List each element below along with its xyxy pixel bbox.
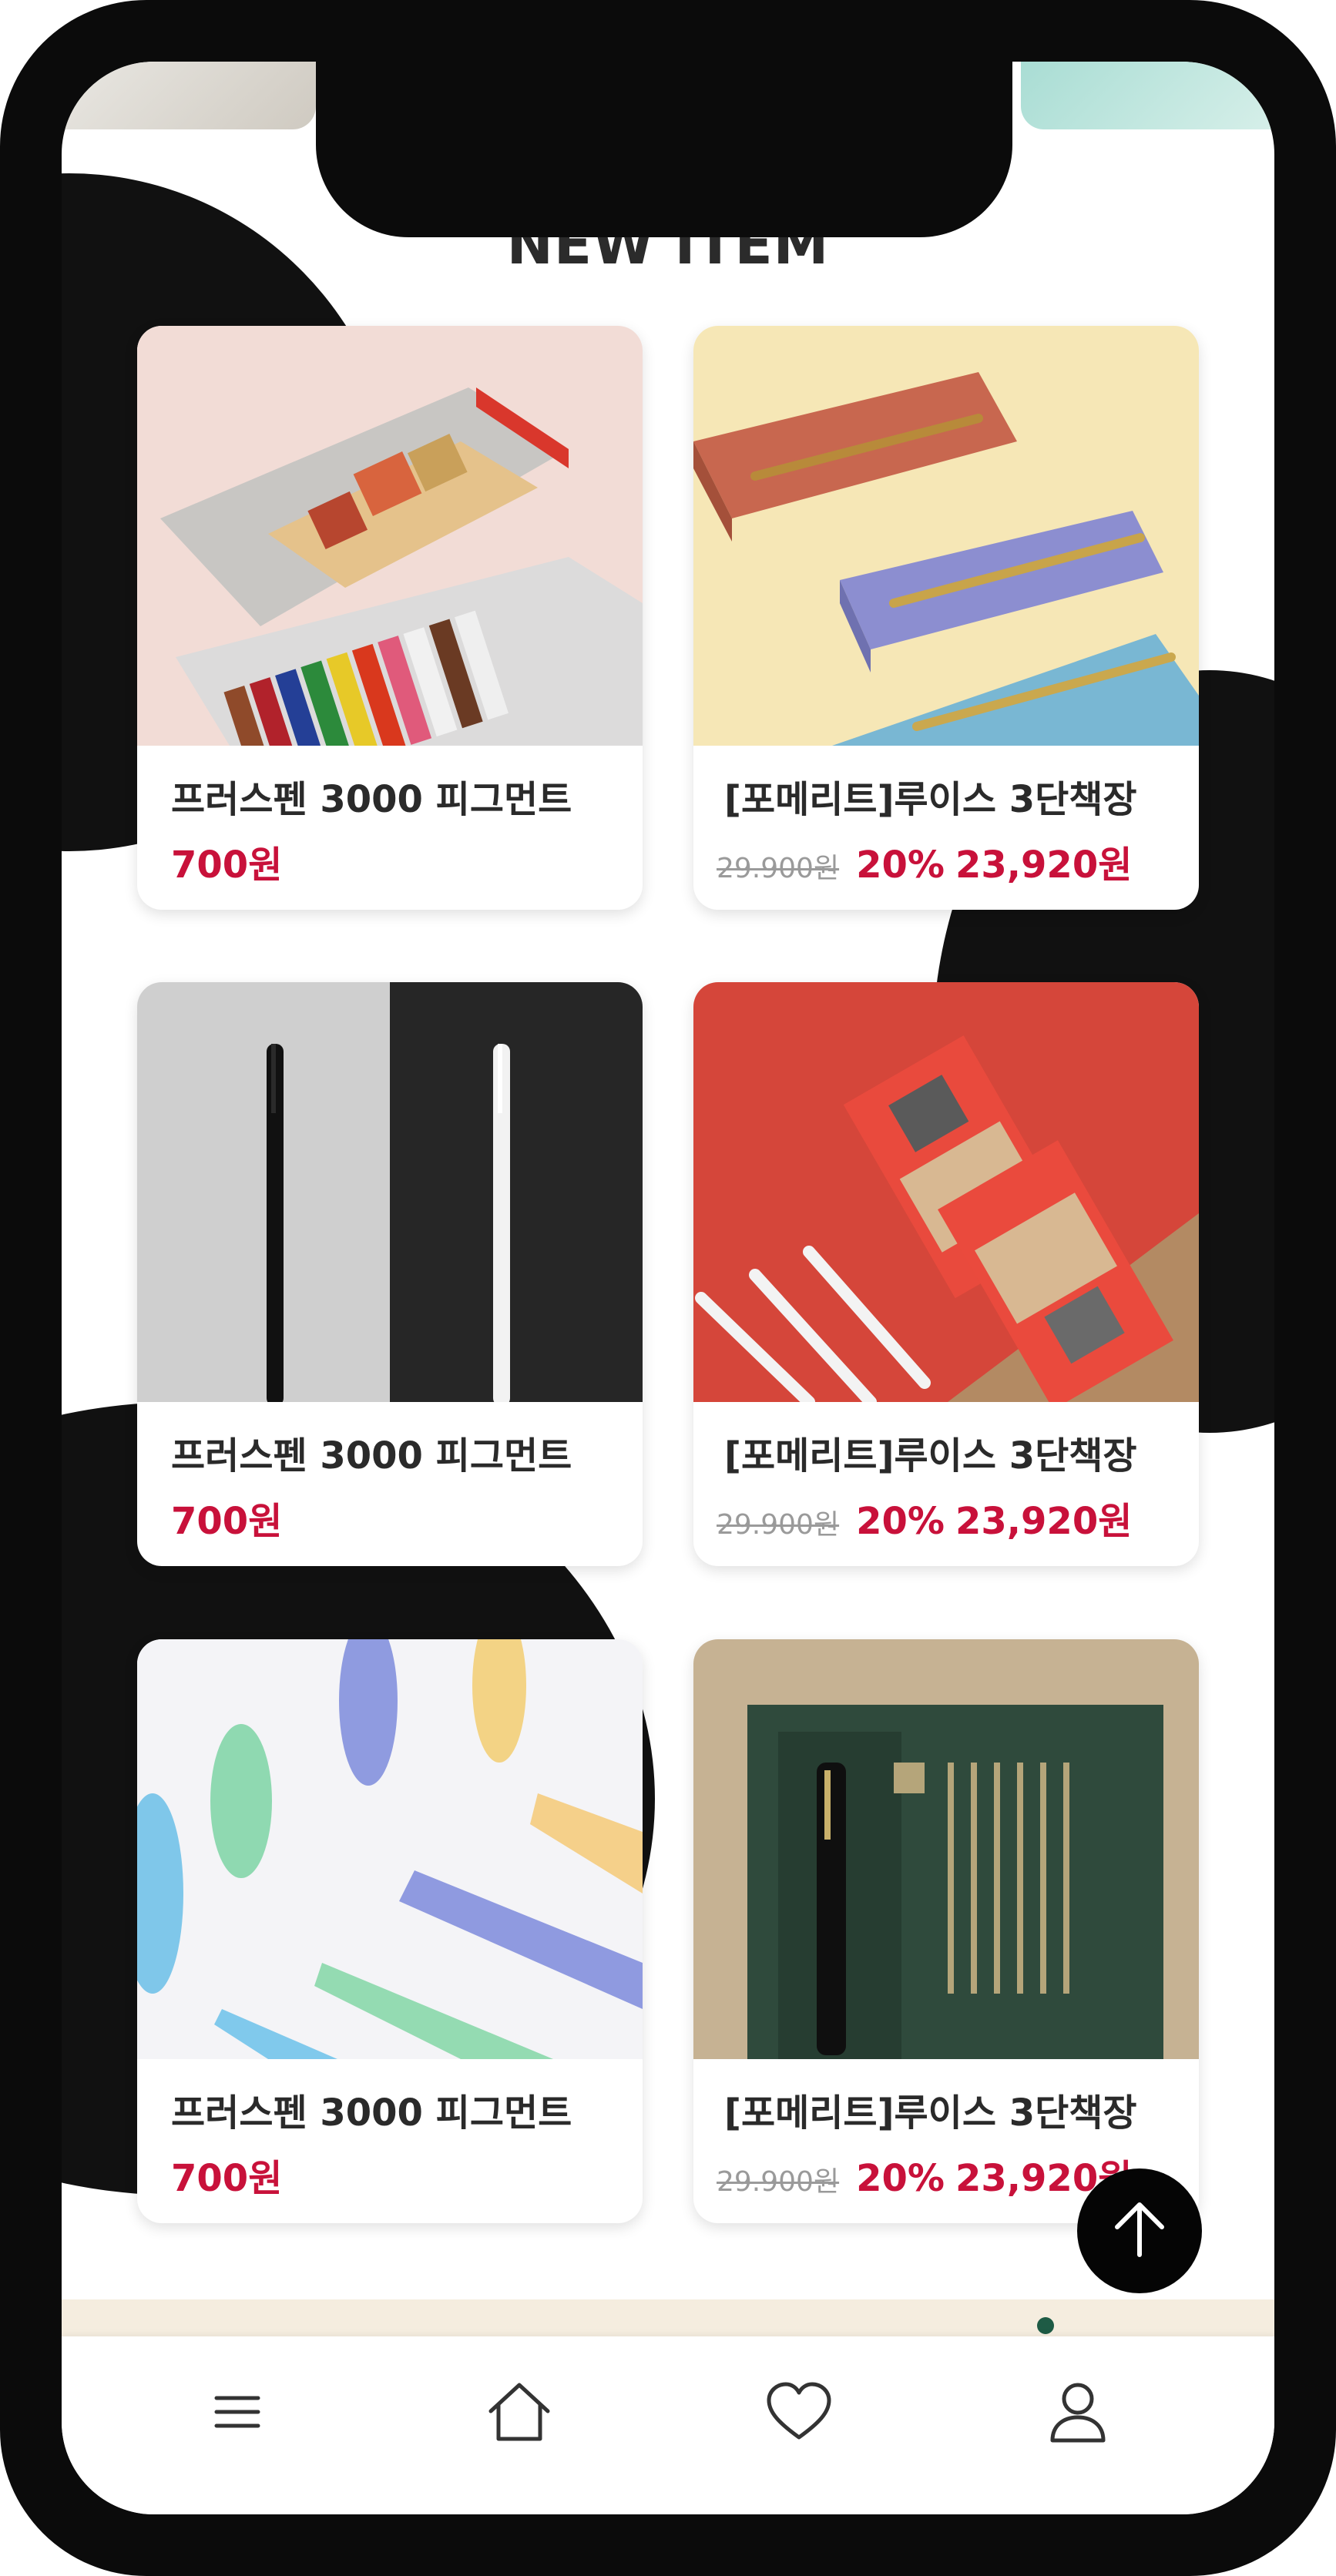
price-row: 700원 [171,1491,282,1545]
product-image [693,326,1199,746]
product-card[interactable]: 프러스펜 3000 피그먼트 700원 [137,1639,643,2223]
product-name: 프러스펜 3000 피그먼트 [171,1434,572,1478]
banner-image-left [62,62,316,129]
price-row: 700원 [171,834,282,888]
device-notch [316,62,1012,237]
discount-rate: 20% [856,844,945,887]
price-row: 700원 [171,2148,282,2202]
product-price: 700원 [171,844,283,887]
product-price: 700원 [171,2157,283,2200]
bottom-nav [62,2336,1274,2514]
product-price: 700원 [171,1500,283,1543]
nav-menu-button[interactable] [191,2367,284,2460]
product-card[interactable]: 프러스펜 3000 피그먼트 700원 [137,982,643,1566]
product-image [137,326,643,746]
product-name: 프러스펜 3000 피그먼트 [171,778,572,821]
product-card[interactable]: [포메리트]루이스 3단책장 29.900원 20% 23,920원 [693,326,1199,910]
nav-account-button[interactable] [1032,2367,1124,2460]
original-price: 29.900원 [717,2166,840,2198]
price-row: 29.900원 20% 23,920원 [717,2148,1132,2202]
user-icon [1043,2377,1113,2450]
product-name: [포메리트]루이스 3단책장 [724,1434,1137,1478]
nav-wishlist-button[interactable] [753,2367,845,2460]
arrow-up-icon [1105,2195,1174,2267]
product-name: 프러스펜 3000 피그먼트 [171,2091,572,2135]
app-screen: NEW ITEM 프러스펜 3000 피그먼트 700원 [포메리트]루이스 3… [62,62,1274,2514]
heart-icon [764,2377,834,2450]
sale-price: 23,920원 [955,1500,1133,1543]
product-card[interactable]: 프러스펜 3000 피그먼트 700원 [137,326,643,910]
discount-rate: 20% [856,1500,945,1543]
product-image [137,982,643,1402]
product-image [693,982,1199,1402]
menu-icon [210,2385,264,2442]
scroll-to-top-button[interactable] [1077,2168,1202,2293]
banner-image-right [1021,62,1274,129]
product-name: [포메리트]루이스 3단책장 [724,778,1137,821]
price-row: 29.900원 20% 23,920원 [717,834,1132,888]
nav-home-button[interactable] [473,2367,566,2460]
product-card[interactable]: [포메리트]루이스 3단책장 29.900원 20% 23,920원 [693,982,1199,1566]
product-image [693,1639,1199,2059]
home-icon [485,2377,554,2450]
phone-frame: NEW ITEM 프러스펜 3000 피그먼트 700원 [포메리트]루이스 3… [0,0,1336,2576]
discount-rate: 20% [856,2157,945,2200]
banner-indicator-dot [1037,2317,1054,2334]
product-image [137,1639,643,2059]
original-price: 29.900원 [717,1509,840,1541]
sale-price: 23,920원 [955,844,1133,887]
product-card[interactable]: [포메리트]루이스 3단책장 29.900원 20% 23,920원 [693,1639,1199,2223]
original-price: 29.900원 [717,853,840,884]
price-row: 29.900원 20% 23,920원 [717,1491,1132,1545]
product-name: [포메리트]루이스 3단책장 [724,2091,1137,2135]
